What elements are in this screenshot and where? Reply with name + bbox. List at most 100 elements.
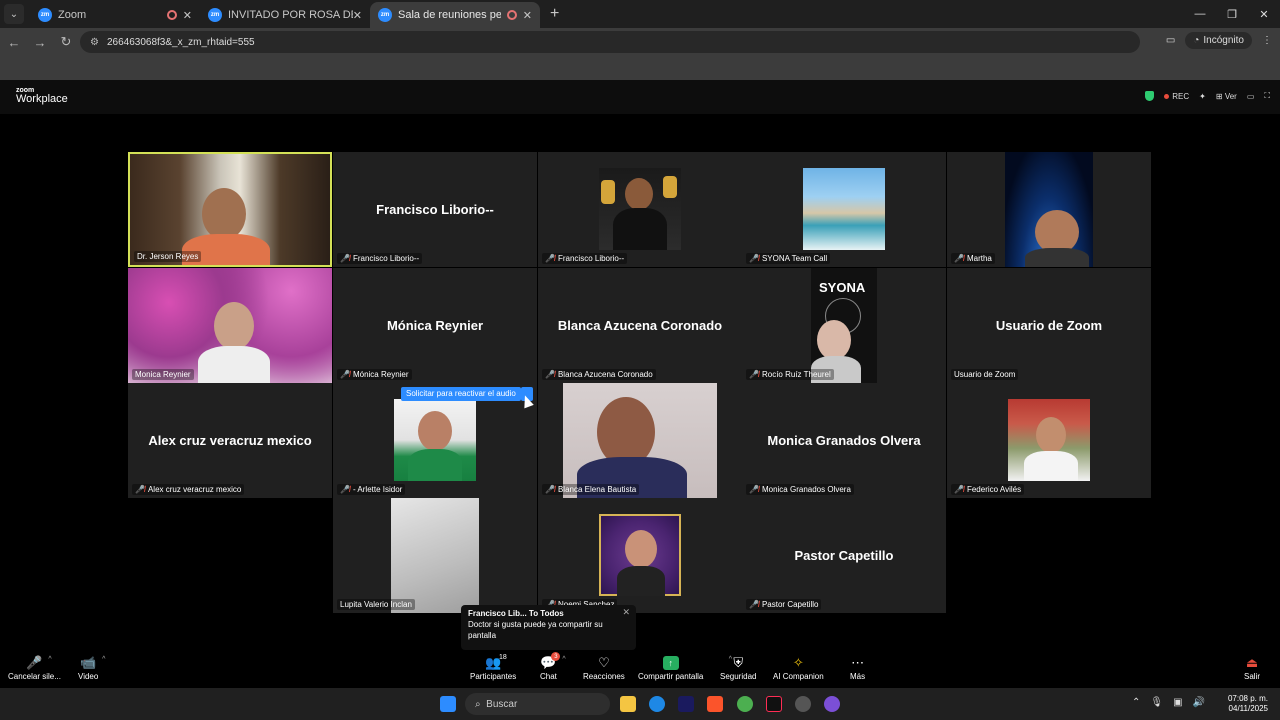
- file-explorer-icon[interactable]: [620, 696, 636, 712]
- participant-display-name: Monica Granados Olvera: [767, 433, 921, 448]
- mic-muted-icon: 🎤̸: [749, 370, 759, 379]
- reload-icon[interactable]: ↻: [54, 34, 78, 50]
- participant-name: 🎤̸ Rocío Ruíz Theurel: [746, 369, 834, 380]
- close-tab-icon[interactable]: ✕: [523, 9, 532, 22]
- chrome-browser-icon[interactable]: [737, 696, 753, 712]
- video-tile[interactable]: Pastor Capetillo 🎤̸ Pastor Capetillo: [742, 498, 946, 613]
- mute-button[interactable]: 🎤 ^ Cancelar sile...: [8, 654, 61, 681]
- video-button[interactable]: 📹 ^ Video: [78, 654, 105, 681]
- close-tab-icon[interactable]: ✕: [183, 9, 192, 22]
- video-tile[interactable]: Francisco Liborio-- 🎤̸ Francisco Liborio-…: [333, 152, 537, 267]
- minimize-icon[interactable]: —: [1184, 0, 1216, 28]
- video-tile[interactable]: 🎤̸ Federico Avilés: [947, 383, 1151, 498]
- volume-icon[interactable]: 🔊: [1193, 697, 1205, 708]
- video-tile[interactable]: SYONA 🎤̸ Rocío Ruíz Theurel: [742, 268, 946, 383]
- browser-menu-icon[interactable]: ⋮: [1262, 35, 1272, 46]
- video-label: Video: [78, 672, 99, 681]
- mic-off-icon: 🎤: [26, 655, 43, 670]
- video-tile[interactable]: Blanca Azucena Coronado 🎤̸ Blanca Azucena…: [538, 268, 742, 383]
- taskbar-date: 04/11/2025: [1228, 704, 1268, 714]
- chevron-up-icon[interactable]: ^: [562, 656, 565, 663]
- video-tile[interactable]: 🎤̸Noemi Sanchez: [538, 498, 742, 613]
- request-unmute-tooltip[interactable]: Solicitar para reactivar el audio: [401, 387, 521, 401]
- new-tab-icon[interactable]: +: [550, 5, 559, 23]
- incognito-label: Incógnito: [1203, 35, 1244, 46]
- url-input[interactable]: ⚙ 266463068f3&_x_zm_rhtaid=555: [80, 31, 1140, 53]
- video-tile[interactable]: Lupita Valerio Inclan: [333, 498, 537, 613]
- windows-taskbar: ⌕ Buscar ⌃ 🎙 ▣ 🔊 07:08 p. m. 04/11/2025: [0, 688, 1280, 720]
- back-icon[interactable]: ←: [2, 35, 26, 50]
- zoom-header-actions: REC ✦ ⊞ Ver ▭ ⛶: [1145, 91, 1270, 101]
- reading-mode-icon[interactable]: ▭: [1166, 35, 1175, 46]
- chat-button[interactable]: 💬 3 ^ Chat: [540, 652, 566, 681]
- network-icon[interactable]: ▣: [1173, 697, 1182, 708]
- view-button[interactable]: ⊞ Ver: [1216, 92, 1237, 101]
- brave-browser-icon[interactable]: [707, 696, 723, 712]
- reactions-button[interactable]: ♡ Reacciones: [583, 654, 625, 681]
- premiere-icon[interactable]: [678, 696, 694, 712]
- search-icon: ⌕: [475, 698, 487, 710]
- tiktok-icon[interactable]: [766, 696, 782, 712]
- close-tab-icon[interactable]: ✕: [353, 9, 362, 22]
- participant-name: 🎤̸ Blanca Azucena Coronado: [542, 369, 656, 380]
- participant-avatar: [599, 168, 681, 250]
- share-screen-button[interactable]: ↑ ^ Compartir pantalla: [638, 654, 732, 681]
- security-button[interactable]: ⛨ Seguridad: [720, 654, 756, 681]
- participant-display-name: Blanca Azucena Coronado: [557, 318, 723, 333]
- browser-tab-invitado[interactable]: zm INVITADO POR ROSA DE PAZ ✕: [200, 2, 370, 28]
- video-tile[interactable]: Alex cruz veracruz mexico 🎤̸ Alex cruz ve…: [128, 383, 332, 498]
- tab-search-icon[interactable]: ⌄: [4, 4, 24, 24]
- chevron-up-icon[interactable]: ^: [102, 656, 105, 663]
- incognito-badge[interactable]: ◔ Incógnito: [1185, 32, 1252, 49]
- chat-notification[interactable]: Francisco Lib... To Todos Doctor si gust…: [461, 605, 636, 650]
- browser-tab-zoom[interactable]: zm Zoom ✕: [30, 2, 200, 28]
- video-tile[interactable]: Usuario de Zoom Usuario de Zoom: [947, 268, 1151, 383]
- video-tile[interactable]: 🎤̸ Martha: [947, 152, 1151, 267]
- settings-app-icon[interactable]: [795, 696, 811, 712]
- chevron-up-icon[interactable]: ^: [48, 656, 51, 663]
- ai-label: AI Companion: [773, 672, 824, 681]
- app-circle-icon[interactable]: [824, 696, 840, 712]
- participants-button[interactable]: 👥 18 Participantes: [470, 654, 516, 681]
- picture-in-picture-icon[interactable]: ▭: [1247, 92, 1255, 101]
- share-screen-icon: ↑: [662, 656, 679, 670]
- video-tile[interactable]: 🎤̸ Francisco Liborio--: [538, 152, 742, 267]
- video-tile[interactable]: 🎤̸ Blanca Elena Bautista: [538, 383, 742, 498]
- video-tile[interactable]: Monica Granados Olvera 🎤̸ Monica Granados…: [742, 383, 946, 498]
- fullscreen-icon[interactable]: ⛶: [1264, 91, 1270, 101]
- participant-name: 🎤̸ Blanca Elena Bautista: [542, 484, 640, 495]
- rec-indicator[interactable]: REC: [1164, 92, 1189, 101]
- ai-companion-button[interactable]: ✧ AI Companion: [773, 654, 824, 681]
- participant-avatar: [599, 514, 681, 596]
- taskbar-clock[interactable]: 07:08 p. m. 04/11/2025: [1228, 694, 1268, 715]
- maximize-icon[interactable]: ❐: [1216, 0, 1248, 28]
- participant-display-name: Francisco Liborio--: [376, 202, 494, 217]
- video-tile[interactable]: Monica Reynier: [128, 268, 332, 383]
- participant-video: [128, 268, 332, 383]
- close-window-icon[interactable]: ✕: [1248, 0, 1280, 28]
- edge-browser-icon[interactable]: [649, 696, 665, 712]
- mic-muted-icon: 🎤̸: [340, 370, 350, 379]
- browser-tab-sala[interactable]: zm Sala de reuniones personal ✕: [370, 2, 540, 28]
- close-icon[interactable]: ✕: [622, 607, 630, 618]
- video-tile[interactable]: Dr. Jerson Reyes: [128, 152, 332, 267]
- video-tile[interactable]: Mónica Reynier 🎤̸ Mónica Reynier: [333, 268, 537, 383]
- leave-button[interactable]: ⏏ Salir: [1244, 654, 1260, 681]
- rec-dot-icon: [1164, 93, 1170, 99]
- participant-name: 🎤̸ Monica Granados Olvera: [746, 484, 854, 495]
- site-info-icon[interactable]: ⚙: [90, 37, 99, 48]
- windows-start-icon[interactable]: [440, 696, 456, 712]
- recording-icon: [506, 10, 517, 20]
- taskbar-search-input[interactable]: ⌕ Buscar: [465, 693, 610, 715]
- encryption-shield-icon[interactable]: [1145, 91, 1155, 101]
- sparkle-icon[interactable]: ✦: [1199, 92, 1206, 101]
- taskbar-time: 07:08 p. m.: [1227, 694, 1268, 703]
- chat-label: Chat: [540, 672, 557, 681]
- video-tile[interactable]: 🎤̸ SYONA Team Call: [742, 152, 946, 267]
- rec-label: REC: [1172, 91, 1190, 101]
- forward-icon[interactable]: →: [28, 35, 52, 50]
- microphone-icon[interactable]: 🎙: [1150, 697, 1163, 708]
- mute-label: Cancelar sile...: [8, 672, 61, 681]
- chevron-up-icon[interactable]: ⌃: [1132, 697, 1140, 708]
- more-button[interactable]: ⋯ Más: [850, 654, 865, 681]
